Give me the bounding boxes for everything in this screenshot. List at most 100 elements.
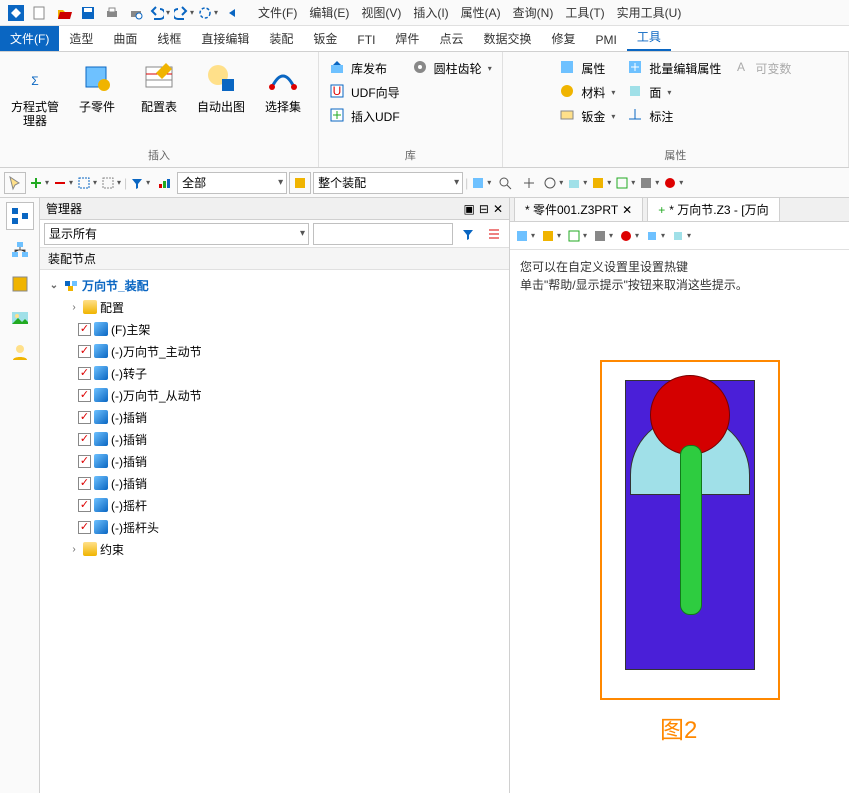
vp-section-icon[interactable] (592, 225, 614, 247)
batch-attr-button[interactable]: 批量编辑属性 (623, 56, 725, 80)
canvas[interactable]: 您可以在自定义设置里设置热键 单击"帮助/显示提示"按钮来取消这些提示。 图2 (510, 250, 849, 793)
select-box-icon[interactable] (76, 172, 98, 194)
picture-icon[interactable] (6, 304, 34, 332)
tab-fti[interactable]: FTI (347, 29, 385, 51)
doc-tab-1[interactable]: * 零件001.Z3PRT✕ (514, 197, 643, 221)
tab-file[interactable]: 文件(F) (0, 26, 59, 51)
menu-tools[interactable]: 工具(T) (559, 4, 610, 21)
auto-drawing-button[interactable]: 自动出图 (192, 56, 250, 114)
shade-icon[interactable] (590, 172, 612, 194)
section-icon[interactable] (638, 172, 660, 194)
tab-surface[interactable]: 曲面 (103, 26, 147, 51)
more-icon[interactable] (662, 172, 684, 194)
checkbox-icon[interactable]: ✓ (78, 477, 91, 490)
zoom-icon[interactable] (494, 172, 516, 194)
tab-pointcloud[interactable]: 点云 (429, 26, 473, 51)
menu-attr[interactable]: 属性(A) (455, 4, 507, 21)
tree-item[interactable]: ✓(-)万向节_从动节 (40, 384, 509, 406)
subpart-button[interactable]: 子零件 (68, 56, 126, 114)
checkbox-icon[interactable]: ✓ (78, 345, 91, 358)
filter-combo[interactable]: 全部 (177, 172, 287, 194)
vp-view-icon[interactable] (514, 225, 536, 247)
box-icon[interactable] (6, 270, 34, 298)
menu-query[interactable]: 查询(N) (507, 4, 560, 21)
checkbox-icon[interactable]: ✓ (78, 521, 91, 534)
material-button[interactable]: 材料 (555, 80, 619, 104)
prev-icon[interactable] (222, 3, 242, 23)
tree-item[interactable]: ✓(-)摇杆头 (40, 516, 509, 538)
vp-wire-icon[interactable] (566, 225, 588, 247)
menu-edit[interactable]: 编辑(E) (303, 4, 355, 21)
checkbox-icon[interactable]: ✓ (78, 433, 91, 446)
print-icon[interactable] (102, 3, 122, 23)
sheetmetal-button[interactable]: 钣金 (555, 104, 619, 128)
print-preview-icon[interactable] (126, 3, 146, 23)
checkbox-icon[interactable]: ✓ (78, 499, 91, 512)
new-icon[interactable] (30, 3, 50, 23)
display-filter-combo[interactable]: 显示所有 (44, 223, 309, 245)
vp-more-icon[interactable] (670, 225, 692, 247)
redo-icon[interactable] (174, 3, 194, 23)
insert-udf-button[interactable]: 插入UDF (325, 104, 404, 128)
equation-manager-button[interactable]: Σ方程式管理器 (6, 56, 64, 128)
close-icon[interactable]: ✕ (493, 202, 503, 216)
funnel-icon[interactable] (457, 223, 479, 245)
save-icon[interactable] (78, 3, 98, 23)
gear-button[interactable]: 圆柱齿轮 (408, 56, 496, 80)
checkbox-icon[interactable]: ✓ (78, 389, 91, 402)
remove-icon[interactable] (52, 172, 74, 194)
open-icon[interactable] (54, 3, 74, 23)
cube-icon[interactable] (289, 172, 311, 194)
menu-view[interactable]: 视图(V) (355, 4, 407, 21)
lib-publish-button[interactable]: 库发布 (325, 56, 404, 80)
checkbox-icon[interactable]: ✓ (78, 367, 91, 380)
scope-combo[interactable]: 整个装配 (313, 172, 463, 194)
tab-direct[interactable]: 直接编辑 (191, 26, 259, 51)
tab-tools[interactable]: 工具 (627, 24, 671, 51)
annotation-button[interactable]: 标注 (623, 104, 725, 128)
checkbox-icon[interactable]: ✓ (78, 323, 91, 336)
plus-icon[interactable]: + (658, 203, 665, 217)
face-button[interactable]: 面 (623, 80, 725, 104)
tab-shape[interactable]: 造型 (59, 26, 103, 51)
undo-icon[interactable] (150, 3, 170, 23)
menu-utils[interactable]: 实用工具(U) (611, 4, 688, 21)
udf-wizard-button[interactable]: UUDF向导 (325, 80, 404, 104)
tree-constraint[interactable]: ›约束 (40, 538, 509, 560)
tree-view-icon[interactable] (6, 202, 34, 230)
tree-item[interactable]: ✓(-)插销 (40, 472, 509, 494)
tree-item[interactable]: ✓(-)万向节_主动节 (40, 340, 509, 362)
vp-cube-icon[interactable] (644, 225, 666, 247)
orbit-icon[interactable] (542, 172, 564, 194)
tree-root[interactable]: ⌄万向节_装配 (40, 274, 509, 296)
tree-item[interactable]: ✓(-)插销 (40, 428, 509, 450)
doc-tab-2[interactable]: +* 万向节.Z3 - [万向 (647, 197, 779, 221)
tab-sheet[interactable]: 钣金 (303, 26, 347, 51)
tab-weld[interactable]: 焊件 (385, 26, 429, 51)
tab-assembly[interactable]: 装配 (259, 26, 303, 51)
collapse-icon[interactable]: ⊟ (479, 202, 489, 216)
menu-insert[interactable]: 插入(I) (407, 4, 454, 21)
checkbox-icon[interactable]: ✓ (78, 411, 91, 424)
vp-shade-icon[interactable] (540, 225, 562, 247)
select-lasso-icon[interactable] (100, 172, 122, 194)
tab-pmi[interactable]: PMI (585, 29, 626, 51)
user-icon[interactable] (6, 338, 34, 366)
display-icon[interactable] (566, 172, 588, 194)
tree-item[interactable]: ✓(F)主架 (40, 318, 509, 340)
config-table-button[interactable]: 配置表 (130, 56, 188, 114)
pan-icon[interactable] (518, 172, 540, 194)
add-icon[interactable] (28, 172, 50, 194)
checkbox-icon[interactable]: ✓ (78, 455, 91, 468)
hierarchy-icon[interactable] (6, 236, 34, 264)
attr-button[interactable]: 属性 (555, 56, 619, 80)
pin-icon[interactable]: ▣ (464, 202, 475, 216)
list-icon[interactable] (483, 223, 505, 245)
selection-set-button[interactable]: 选择集 (254, 56, 312, 114)
search-input[interactable] (313, 223, 453, 245)
filter-icon[interactable] (129, 172, 151, 194)
tree-item[interactable]: ✓(-)转子 (40, 362, 509, 384)
tab-wire[interactable]: 线框 (147, 26, 191, 51)
vp-color-icon[interactable] (618, 225, 640, 247)
tab-repair[interactable]: 修复 (541, 26, 585, 51)
